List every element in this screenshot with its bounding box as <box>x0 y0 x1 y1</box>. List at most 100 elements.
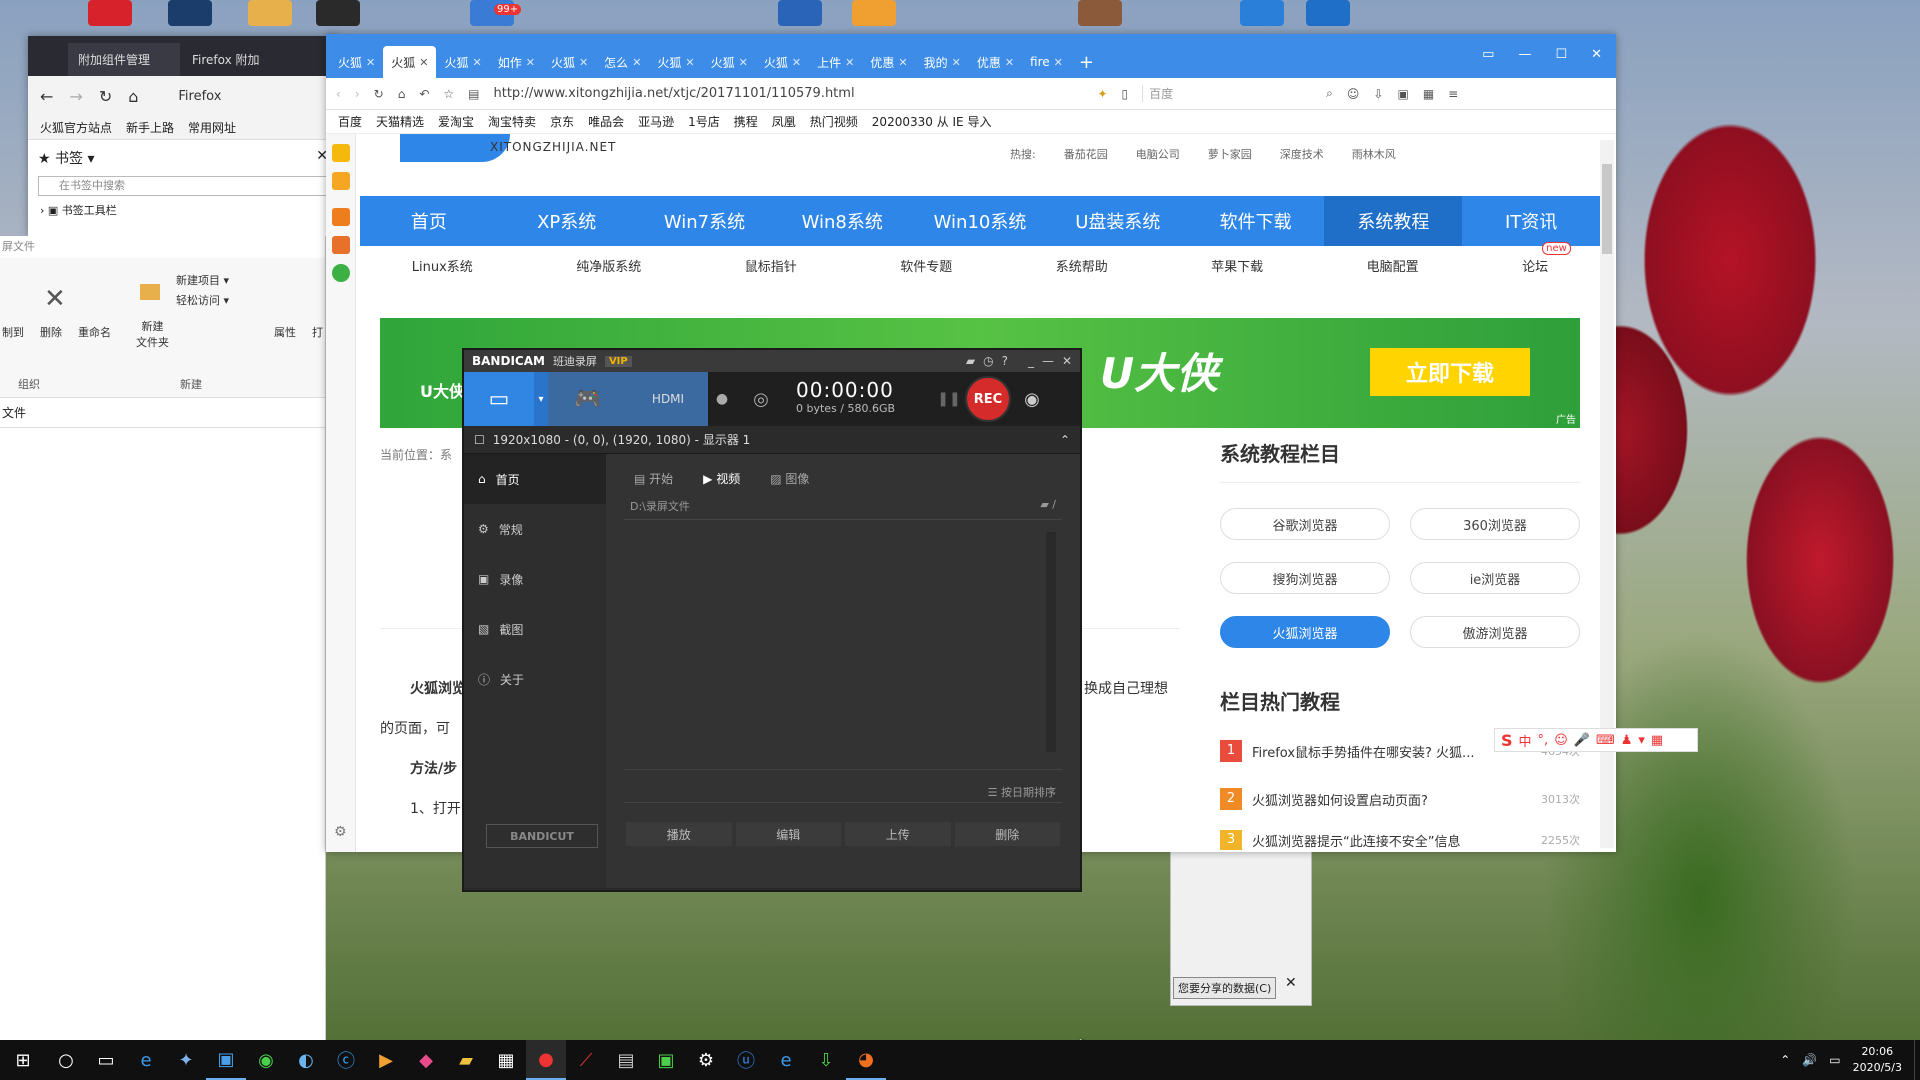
desktop-app-icon[interactable] <box>168 0 212 26</box>
nav-item[interactable]: 软件下载 <box>1187 196 1325 246</box>
sidebar-toggle-icon[interactable]: ▭ <box>1482 47 1494 62</box>
minimize-icon[interactable]: — <box>1042 354 1054 368</box>
keyboard-icon[interactable]: ⌨ <box>1596 733 1615 748</box>
browser-tab[interactable]: 火狐 ✕ <box>756 46 809 78</box>
pause-icon[interactable]: ❚❚ <box>936 372 962 426</box>
delete-button[interactable]: 删除 <box>954 822 1060 846</box>
hdmi-mode-icon[interactable]: HDMI <box>628 372 708 426</box>
bookmark-item[interactable]: 1号店 <box>688 113 720 130</box>
webcam-icon[interactable]: ◎ <box>736 372 786 426</box>
forward-icon[interactable]: › <box>355 87 360 101</box>
sort-by-date[interactable]: ☰ 按日期排序 <box>988 784 1056 800</box>
close-icon[interactable]: ✕ <box>1062 354 1072 368</box>
bookmark-item[interactable]: 携程 <box>734 113 758 130</box>
play-button[interactable]: 播放 <box>626 822 732 846</box>
apps-icon[interactable]: ▦ <box>1423 87 1434 101</box>
app-icon[interactable]: ◉ <box>246 1040 286 1080</box>
edit-button[interactable]: 编辑 <box>735 822 841 846</box>
weibo-icon[interactable] <box>332 236 350 254</box>
ie-icon[interactable]: e <box>766 1040 806 1080</box>
home-icon[interactable]: ⌂ <box>128 87 138 106</box>
star-icon[interactable]: ☆ <box>443 87 454 101</box>
undo-icon[interactable]: ↶ <box>419 87 429 101</box>
shirt-icon[interactable]: ▾ <box>1638 733 1645 748</box>
show-desktop[interactable] <box>1914 1040 1920 1080</box>
volume-icon[interactable]: 🔊 <box>1802 1053 1817 1067</box>
subnav-item[interactable]: 系统帮助 <box>1056 256 1108 275</box>
chevron-up-icon[interactable]: ⌃ <box>1780 1053 1790 1067</box>
browser-tab[interactable]: 火狐 ✕ <box>330 46 383 78</box>
app-icon[interactable]: ▤ <box>606 1040 646 1080</box>
bandicut-button[interactable]: BANDICUT <box>486 824 598 848</box>
desktop-app-icon[interactable] <box>778 0 822 26</box>
browser-tab[interactable]: 上件 ✕ <box>809 46 862 78</box>
bookmark-item[interactable]: 百度 <box>338 113 362 130</box>
rss-icon[interactable] <box>332 208 350 226</box>
bookmark-item[interactable]: 常用网址 <box>188 119 236 136</box>
folder-icon[interactable] <box>248 0 292 26</box>
hot-item[interactable]: 2 火狐浏览器如何设置启动页面? 3013次 <box>1220 784 1580 814</box>
app-icon[interactable]: ▣ <box>206 1040 246 1080</box>
bookmark-item[interactable]: 新手上路 <box>126 119 174 136</box>
scrollbar-thumb[interactable] <box>1602 164 1612 254</box>
nav-item[interactable]: Win8系统 <box>773 196 911 246</box>
app-icon[interactable]: ▶ <box>366 1040 406 1080</box>
app-icon[interactable]: ⓒ <box>326 1040 366 1080</box>
reader-icon[interactable]: ▤ <box>468 87 479 101</box>
app-icon[interactable]: ◆ <box>406 1040 446 1080</box>
reload-icon[interactable]: ↻ <box>374 87 384 101</box>
desktop-app-icon[interactable] <box>1078 0 1122 26</box>
addons-tab-2[interactable]: Firefox 附加 <box>182 43 294 76</box>
desktop-app-icon[interactable] <box>852 0 896 26</box>
subnav-item[interactable]: 鼠标指针 <box>745 256 797 275</box>
folder-icon[interactable]: ▰ <box>966 354 975 368</box>
hot-item[interactable]: 3 火狐浏览器提示“此连接不安全”信息 2255次 <box>1220 830 1580 850</box>
bookmark-item[interactable]: 唯品会 <box>588 113 624 130</box>
favorites-icon[interactable] <box>332 144 350 162</box>
collapse-icon[interactable]: ⌃ <box>1060 433 1070 447</box>
share-data-button[interactable]: 您要分享的数据(C) <box>1173 977 1277 999</box>
bookmark-item[interactable]: 淘宝特卖 <box>488 113 536 130</box>
camera-icon[interactable]: ◉ <box>1014 372 1050 426</box>
file-list[interactable] <box>624 524 1062 770</box>
bandicam-taskbar-icon[interactable]: ● <box>526 1040 566 1080</box>
subnav-item[interactable]: 论坛 new <box>1522 242 1571 275</box>
tab-video[interactable]: ▶ 视频 <box>703 470 740 487</box>
hot-link[interactable]: 萝卜家园 <box>1208 146 1252 162</box>
app-icon[interactable]: ⓤ <box>726 1040 766 1080</box>
open-folder-icon[interactable]: ▰ / <box>1040 498 1056 519</box>
rename-button[interactable]: 重命名 <box>78 324 111 340</box>
ime-mode[interactable]: 中 <box>1519 731 1532 750</box>
file-list-scrollbar[interactable] <box>1046 532 1056 752</box>
site-logo[interactable]: XITONGZHIJIA.NET <box>490 140 616 154</box>
nav-item[interactable]: 首页 <box>360 196 498 246</box>
browser-tab[interactable]: 怎么 ✕ <box>596 46 649 78</box>
checkbox[interactable]: ☐ <box>474 433 485 447</box>
new-tab-button[interactable]: + <box>1071 46 1102 78</box>
close-icon[interactable]: ✕ <box>1285 975 1297 991</box>
back-icon[interactable]: ← <box>40 87 53 106</box>
menu-video[interactable]: ▣ 录像 <box>464 554 606 604</box>
search-icon[interactable]: ⌕ <box>1326 86 1333 101</box>
tab-image[interactable]: ▨ 图像 <box>770 470 809 487</box>
nav-item[interactable]: Win7系统 <box>636 196 774 246</box>
category-pill[interactable]: 傲游浏览器 <box>1410 616 1580 648</box>
menu-home[interactable]: ⌂ 首页 <box>464 454 606 504</box>
desktop-app-icon[interactable]: 99+ <box>470 0 522 26</box>
bookmark-folder[interactable]: 20200330 从 IE 导入 <box>872 113 992 130</box>
search-icon[interactable]: ○ <box>46 1040 86 1080</box>
desktop-app-icon[interactable] <box>1306 0 1350 26</box>
app-icon[interactable]: ◐ <box>286 1040 326 1080</box>
nav-item[interactable]: U盘装系统 <box>1049 196 1187 246</box>
bookmark-item[interactable]: 亚马逊 <box>638 113 674 130</box>
notes-icon[interactable] <box>332 172 350 190</box>
category-pill[interactable]: 谷歌浏览器 <box>1220 508 1390 540</box>
url-input[interactable]: http://www.xitongzhijia.net/xtjc/2017110… <box>493 86 1083 101</box>
category-pill[interactable]: ie浏览器 <box>1410 562 1580 594</box>
category-pill[interactable]: 360浏览器 <box>1410 508 1580 540</box>
iqiyi-icon[interactable]: ▣ <box>646 1040 686 1080</box>
column-header[interactable]: 文件 <box>0 398 325 428</box>
back-icon[interactable]: ‹ <box>336 87 341 101</box>
upload-button[interactable]: 上传 <box>845 822 951 846</box>
calculator-icon[interactable]: ▦ <box>486 1040 526 1080</box>
